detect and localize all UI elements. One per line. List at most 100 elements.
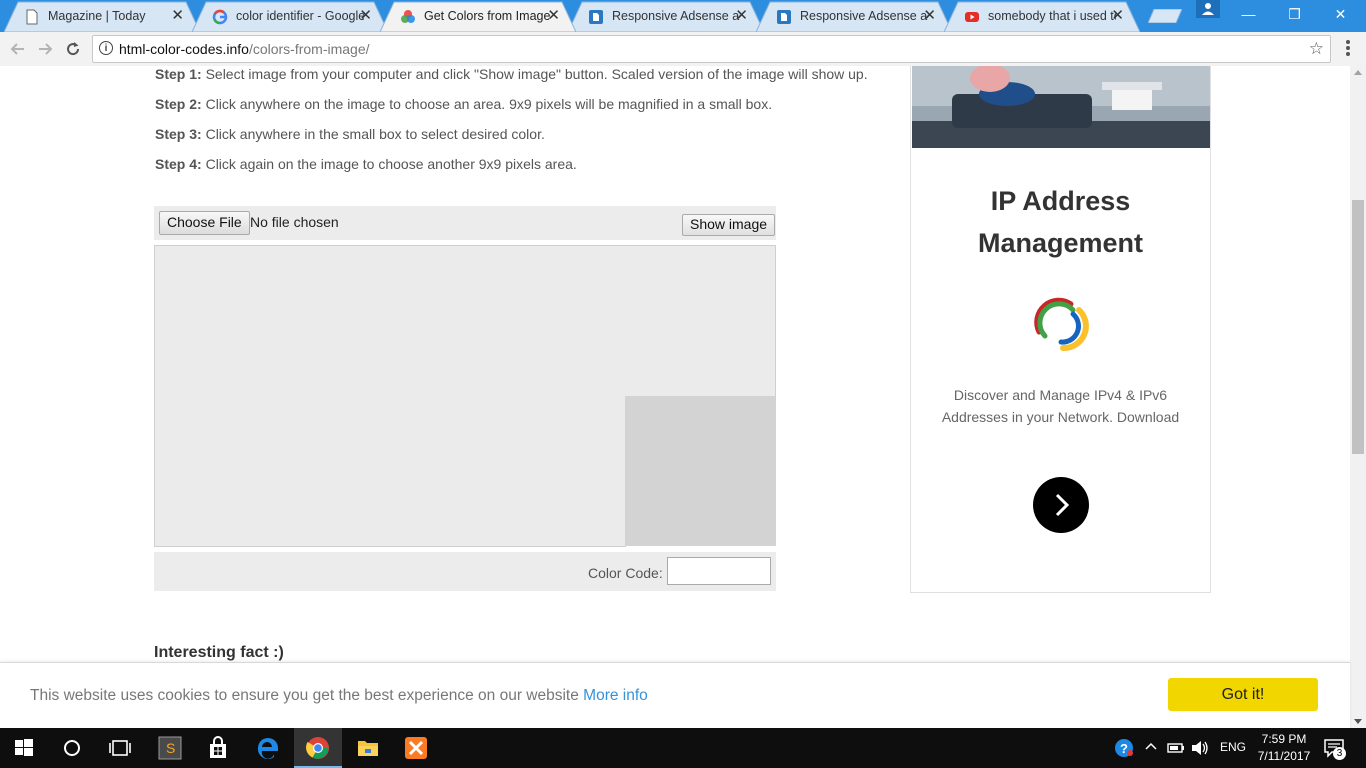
ad-description: Discover and Manage IPv4 & IPv6 Addresse… — [941, 387, 1180, 425]
step-label: Step 4: — [155, 156, 202, 172]
close-icon[interactable]: ✕ — [171, 8, 184, 24]
file-status: No file chosen — [250, 214, 339, 230]
scroll-down-icon[interactable] — [1354, 719, 1362, 724]
document-icon — [26, 9, 38, 25]
task-view-button[interactable] — [96, 728, 144, 768]
close-icon[interactable]: ✕ — [735, 8, 748, 24]
address-bar[interactable]: i html-color-codes.info/colors-from-imag… — [92, 35, 1331, 63]
close-icon[interactable]: ✕ — [547, 8, 560, 24]
show-image-button[interactable]: Show image — [682, 214, 776, 236]
cookie-text: This website uses cookies to ensure you … — [30, 687, 579, 704]
taskbar-store[interactable] — [194, 728, 242, 768]
volume-icon[interactable] — [1190, 739, 1210, 757]
xampp-icon — [405, 737, 427, 759]
taskbar-explorer[interactable] — [344, 728, 392, 768]
image-canvas[interactable] — [154, 245, 626, 547]
tab-magazine[interactable]: Magazine | Today ✕ — [4, 1, 200, 32]
ad-banner[interactable]: IP Address Management Discover and Manag… — [910, 66, 1211, 593]
step-label: Step 2: — [155, 96, 202, 112]
file-upload-bar: Choose File No file chosen Show image — [154, 206, 776, 240]
taskbar-xampp[interactable] — [392, 728, 440, 768]
color-code-bar: Color Code: — [154, 552, 776, 591]
notification-count: 3 — [1333, 747, 1346, 760]
close-icon[interactable]: ✕ — [359, 8, 372, 24]
back-button[interactable] — [8, 39, 28, 59]
more-info-link[interactable]: More info — [583, 687, 648, 704]
help-icon[interactable]: ? — [1114, 738, 1134, 758]
store-icon — [210, 736, 226, 758]
google-icon — [212, 9, 228, 25]
close-window-button[interactable]: ✕ — [1318, 0, 1363, 30]
arrow-right-icon — [39, 43, 53, 55]
page-content: Step 1: Select image from your computer … — [0, 66, 1350, 728]
chevron-up-icon[interactable] — [1144, 740, 1158, 754]
blogger-icon — [777, 10, 791, 24]
taskbar-edge[interactable] — [244, 728, 292, 768]
url-path: /colors-from-image/ — [248, 41, 370, 57]
office-photo — [912, 66, 1210, 148]
url-text: html-color-codes.info/colors-from-image/ — [119, 41, 370, 57]
restore-button[interactable]: ❐ — [1272, 0, 1317, 30]
sublime-icon: S — [158, 736, 182, 760]
tab-get-colors[interactable]: Get Colors from Image ✕ — [380, 1, 576, 32]
tab-adsense-2[interactable]: Responsive Adsense ad ✕ — [756, 1, 952, 32]
menu-icon[interactable] — [1340, 38, 1356, 60]
step-label: Step 1: — [155, 66, 202, 82]
step-1: Step 1: Select image from your computer … — [155, 66, 868, 82]
page-scrollbar[interactable] — [1350, 66, 1366, 728]
windows-icon — [15, 739, 33, 756]
color-wheel-icon — [401, 10, 415, 23]
choose-file-button[interactable]: Choose File — [159, 211, 250, 235]
step-text: Click anywhere on the image to choose an… — [201, 96, 773, 112]
scroll-up-icon[interactable] — [1354, 70, 1362, 75]
taskbar-sublime[interactable]: S — [146, 728, 194, 768]
color-code-input[interactable] — [667, 557, 771, 585]
battery-icon[interactable] — [1166, 740, 1186, 756]
chevron-right-icon — [1055, 493, 1070, 517]
step-text: Click anywhere in the small box to selec… — [201, 126, 545, 142]
forward-button[interactable] — [35, 39, 55, 59]
color-preview — [625, 396, 776, 546]
ad-cta-button[interactable] — [1033, 477, 1089, 533]
interesting-fact-heading: Interesting fact :) — [154, 644, 284, 661]
scroll-thumb[interactable] — [1352, 200, 1364, 454]
chrome-icon — [306, 737, 329, 759]
language-indicator[interactable]: ENG — [1220, 740, 1246, 754]
user-icon — [1202, 3, 1214, 15]
color-code-label: Color Code: — [588, 565, 663, 581]
reload-icon — [67, 42, 80, 56]
cookie-message: This website uses cookies to ensure you … — [30, 687, 648, 705]
windows-taskbar: S ? ENG 7:59 PM 7/11/2017 3 — [0, 728, 1366, 768]
task-view-icon — [109, 740, 131, 756]
svg-text:S: S — [166, 740, 175, 756]
tab-title: Responsive Adsense ad — [612, 9, 740, 23]
folder-icon — [358, 741, 378, 756]
step-label: Step 3: — [155, 126, 202, 142]
reload-button[interactable] — [63, 39, 83, 59]
youtube-icon — [965, 12, 979, 22]
new-tab-button[interactable] — [1148, 9, 1182, 23]
action-center-button[interactable]: 3 — [1322, 736, 1346, 760]
tab-title: Magazine | Today — [48, 9, 146, 23]
star-icon[interactable]: ☆ — [1309, 39, 1324, 59]
tab-adsense-1[interactable]: Responsive Adsense ad ✕ — [568, 1, 764, 32]
close-icon[interactable]: ✕ — [923, 8, 936, 24]
ad-title: IP Address Management — [977, 186, 1144, 258]
clock-time[interactable]: 7:59 PM — [1252, 732, 1316, 746]
profile-button[interactable] — [1196, 0, 1220, 18]
tab-youtube[interactable]: somebody that i used to ✕ — [944, 1, 1140, 32]
arrow-left-icon — [10, 43, 24, 55]
info-icon[interactable]: i — [99, 41, 113, 55]
search-button[interactable] — [48, 728, 96, 768]
taskbar-chrome[interactable] — [294, 728, 342, 768]
blogger-icon — [589, 10, 603, 24]
close-icon[interactable]: ✕ — [1111, 8, 1124, 24]
start-button[interactable] — [0, 728, 48, 768]
clock-date[interactable]: 7/11/2017 — [1252, 749, 1316, 763]
search-circle-icon — [64, 740, 80, 756]
tab-title: color identifier - Google — [236, 9, 364, 23]
minimize-button[interactable]: — — [1226, 0, 1271, 30]
got-it-button[interactable]: Got it! — [1168, 678, 1318, 711]
magnifier-box[interactable] — [625, 245, 776, 397]
tab-google-search[interactable]: color identifier - Google ✕ — [192, 1, 388, 32]
